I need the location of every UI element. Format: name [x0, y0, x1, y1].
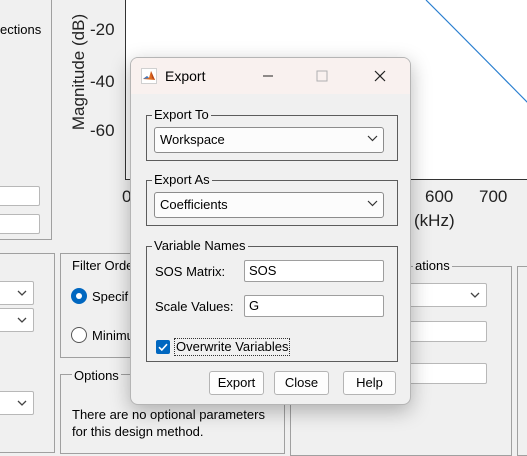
chevron-down-icon: [470, 292, 480, 298]
right-field-1[interactable]: [405, 321, 487, 342]
right-select[interactable]: [405, 283, 487, 307]
variable-names-label: Variable Names: [152, 238, 248, 253]
overwrite-checkbox[interactable]: [156, 340, 170, 354]
export-to-select[interactable]: Workspace: [154, 127, 384, 153]
xtick-700: 700: [479, 187, 508, 206]
minimum-radio[interactable]: [71, 327, 87, 343]
ytick-20: -20: [90, 20, 115, 39]
scale-values-label: Scale Values:: [155, 299, 234, 314]
maximize-icon: [316, 70, 328, 82]
overwrite-label[interactable]: Overwrite Variables: [174, 338, 291, 356]
options-text: There are no optional parameters for thi…: [72, 407, 265, 439]
export-to-value: Workspace: [160, 132, 225, 147]
plot-ylabel: Magnitude (dB): [69, 13, 88, 131]
sos-matrix-input[interactable]: SOS: [244, 260, 384, 282]
help-button[interactable]: Help: [343, 371, 396, 395]
maximize-button[interactable]: [307, 64, 337, 88]
bottom-left-select-2[interactable]: [0, 308, 34, 332]
filter-order-label: Filter Orde: [72, 258, 134, 273]
close-window-button[interactable]: [365, 64, 395, 88]
minimize-button[interactable]: [253, 64, 283, 88]
checkmark-icon: [158, 343, 168, 352]
left-panel-label: ections: [0, 22, 42, 37]
specify-radio[interactable]: [71, 288, 87, 304]
xtick-600: 600: [425, 187, 454, 206]
close-icon: [374, 70, 386, 82]
right-field-2[interactable]: [405, 363, 487, 384]
variable-names-group: Variable Names SOS Matrix: SOS Scale Val…: [146, 238, 398, 362]
ytick-60: -60: [90, 121, 115, 140]
plot-xlabel: (kHz): [414, 211, 455, 230]
left-panel-field-1[interactable]: [0, 186, 40, 206]
sos-matrix-label: SOS Matrix:: [155, 264, 226, 279]
left-panel-field-2[interactable]: [0, 214, 40, 234]
chevron-down-icon: [17, 317, 27, 323]
bottom-left-select-1[interactable]: [0, 281, 34, 305]
export-as-select[interactable]: Coefficients: [154, 192, 384, 218]
close-button[interactable]: Close: [274, 371, 329, 395]
matlab-icon: [141, 68, 157, 84]
title-bar[interactable]: Export: [131, 58, 410, 94]
export-as-value: Coefficients: [160, 197, 228, 212]
export-button[interactable]: Export: [209, 371, 264, 395]
chevron-down-icon: [17, 290, 27, 296]
chevron-down-icon: [367, 135, 378, 142]
dialog-title: Export: [165, 68, 206, 84]
right-section-label: ations: [413, 258, 452, 273]
scale-values-input[interactable]: G: [244, 295, 384, 317]
export-as-group: Export As Coefficients: [146, 172, 398, 226]
bottom-left-select-3[interactable]: [0, 391, 34, 415]
minimize-icon: [263, 75, 273, 77]
ytick-40: -40: [90, 72, 115, 91]
export-as-label: Export As: [152, 172, 212, 187]
export-to-label: Export To: [152, 107, 211, 122]
export-to-group: Export To Workspace: [146, 107, 398, 161]
right-edge-panel: [517, 266, 527, 456]
chevron-down-icon: [367, 200, 378, 207]
chevron-down-icon: [17, 400, 27, 406]
options-label: Options: [72, 368, 121, 383]
export-dialog: Export Export To Workspace Export As Coe…: [130, 57, 411, 405]
specify-label: Specif: [92, 289, 129, 304]
minimum-label: Minimu: [92, 328, 134, 343]
